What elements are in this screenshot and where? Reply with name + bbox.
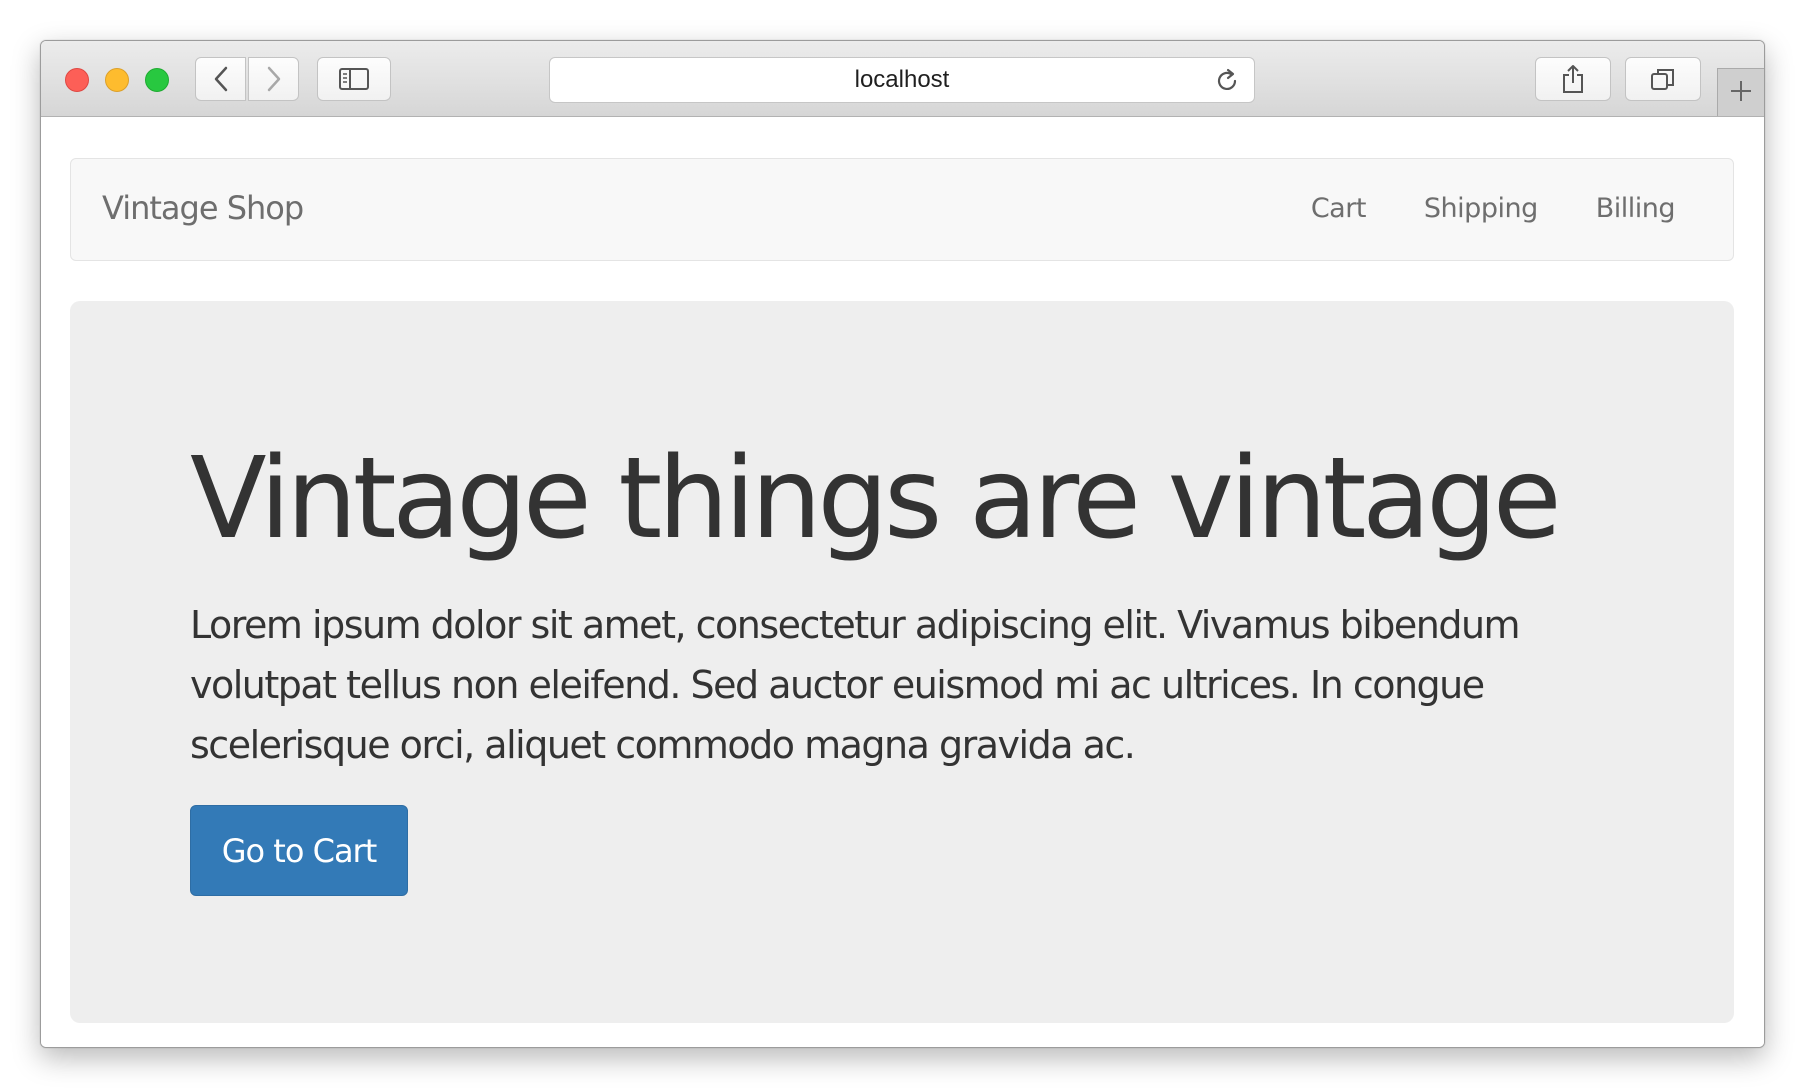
address-text: localhost: [854, 66, 950, 93]
plus-icon: [1729, 79, 1753, 107]
close-window-button[interactable]: [65, 68, 89, 92]
sidebar-toggle-button[interactable]: [317, 57, 391, 101]
nav-link-billing[interactable]: Billing: [1596, 193, 1676, 224]
hero-title: Vintage things are vintage: [190, 434, 1562, 564]
page-content: Vintage Shop Cart Shipping Billing Vinta…: [41, 117, 1764, 1047]
tabs-overview-button[interactable]: [1625, 57, 1701, 101]
browser-toolbar: localhost: [41, 41, 1764, 117]
browser-window: localhost Vintage Shop Cart Shipping Bil…: [40, 40, 1765, 1048]
chevron-right-icon: [266, 66, 282, 92]
nav-link-cart[interactable]: Cart: [1311, 193, 1367, 224]
forward-button[interactable]: [248, 57, 299, 101]
new-tab-button[interactable]: [1717, 68, 1764, 116]
nav-links: Cart Shipping Billing: [1311, 193, 1676, 224]
tabs-overview-icon: [1650, 66, 1676, 92]
sidebar-icon: [339, 68, 369, 90]
go-to-cart-button[interactable]: Go to Cart: [190, 805, 408, 896]
back-button[interactable]: [195, 57, 246, 101]
minimize-window-button[interactable]: [105, 68, 129, 92]
maximize-window-button[interactable]: [145, 68, 169, 92]
share-button[interactable]: [1535, 57, 1611, 101]
hero-lead-text: Lorem ipsum dolor sit amet, consectetur …: [190, 603, 1521, 767]
hero-section: Vintage things are vintage Lorem ipsum d…: [70, 301, 1734, 1023]
brand-link[interactable]: Vintage Shop: [102, 189, 304, 227]
reload-icon[interactable]: [1214, 68, 1240, 98]
share-icon: [1561, 64, 1585, 94]
address-bar[interactable]: localhost: [549, 57, 1255, 103]
site-navbar: Vintage Shop Cart Shipping Billing: [70, 158, 1734, 261]
nav-link-shipping[interactable]: Shipping: [1424, 193, 1538, 224]
chevron-left-icon: [213, 66, 229, 92]
